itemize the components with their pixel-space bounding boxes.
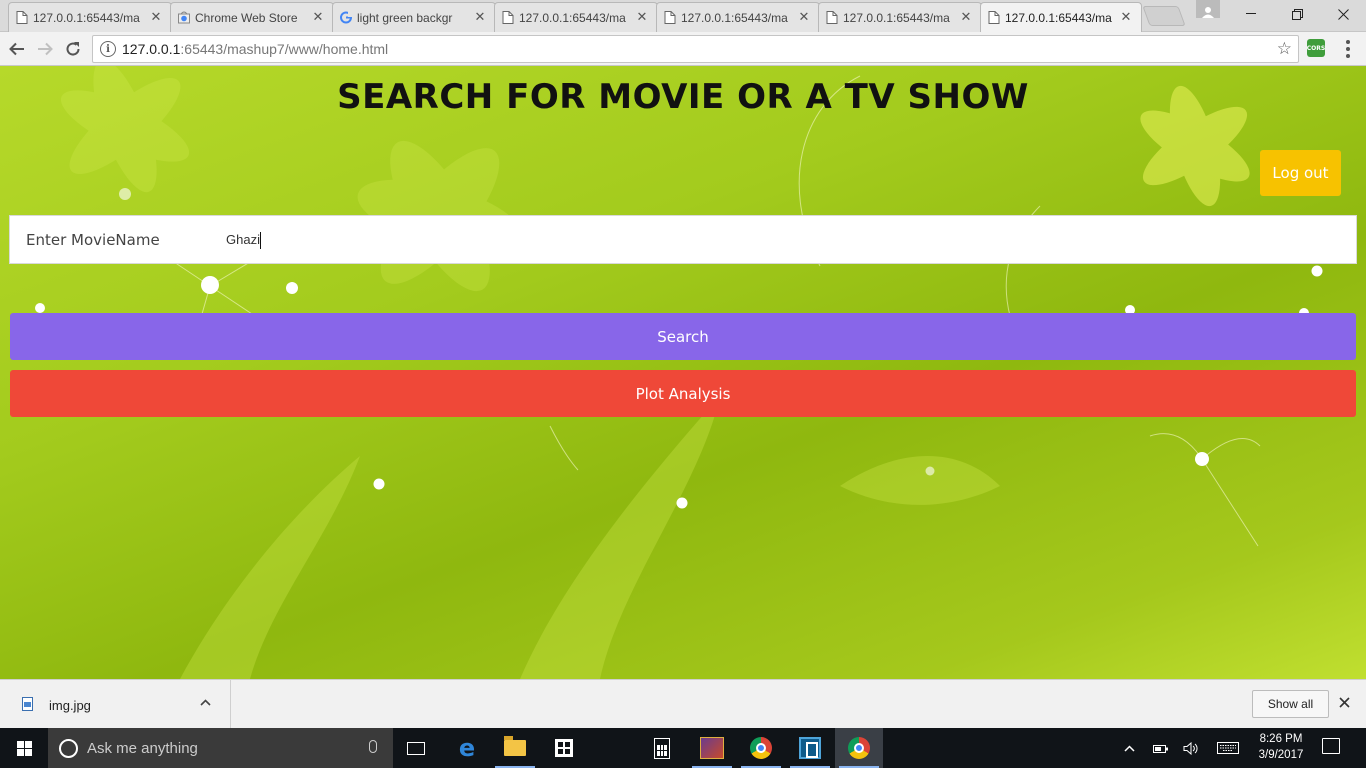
url-path: :65443/mashup7/www/home.html [180, 41, 389, 57]
file-explorer-button[interactable] [491, 728, 539, 768]
chrome-icon [750, 737, 772, 759]
movie-search-field[interactable]: Enter MovieName Ghazi [9, 215, 1357, 264]
browser-toolbar: i 127.0.0.1:65443/mashup7/www/home.html … [0, 32, 1366, 66]
close-icon[interactable]: ✕ [149, 10, 163, 25]
keyboard-icon[interactable] [1214, 728, 1242, 768]
document-icon [16, 11, 28, 24]
browser-tab-active[interactable]: 127.0.0.1:65443/ma ✕ [980, 2, 1142, 32]
image-file-icon [22, 697, 33, 711]
document-icon [502, 11, 514, 24]
browser-tab[interactable]: 127.0.0.1:65443/ma ✕ [656, 2, 820, 32]
edge-button[interactable]: e [443, 728, 491, 768]
chevron-up-icon[interactable] [1118, 728, 1140, 768]
file-explorer-icon [504, 736, 526, 756]
document-icon [826, 11, 838, 24]
game-icon [700, 737, 724, 759]
url-text: 127.0.0.1:65443/mashup7/www/home.html [122, 41, 388, 57]
close-icon[interactable]: ✕ [959, 10, 973, 25]
download-item[interactable]: img.jpg [0, 680, 231, 728]
close-icon[interactable]: ✕ [1119, 10, 1133, 25]
tab-title: 127.0.0.1:65443/ma [519, 10, 626, 25]
edge-icon: e [458, 734, 476, 762]
document-icon [664, 11, 676, 24]
tab-title: 127.0.0.1:65443/ma [843, 10, 950, 25]
windows-logo-icon [16, 740, 32, 756]
back-button[interactable] [4, 36, 30, 62]
browser-tab[interactable]: 127.0.0.1:65443/ma ✕ [494, 2, 658, 32]
system-clock[interactable]: 8:26 PM 3/9/2017 [1248, 731, 1314, 763]
tab-strip: 127.0.0.1:65443/ma ✕ Chrome Web Store ✕ … [0, 0, 1366, 32]
search-button[interactable]: Search [10, 313, 1356, 360]
arrow-right-icon [38, 42, 53, 56]
cortana-icon [59, 738, 78, 758]
browser-tab[interactable]: light green backgr ✕ [332, 2, 496, 32]
browser-tab[interactable]: 127.0.0.1:65443/ma ✕ [818, 2, 982, 32]
calculator-button[interactable] [638, 728, 686, 768]
chrome-web-store-icon [178, 11, 190, 24]
game-button[interactable] [688, 728, 736, 768]
new-tab-button[interactable] [1142, 6, 1186, 26]
task-view-button[interactable] [392, 728, 440, 768]
google-icon [340, 11, 352, 24]
address-bar[interactable]: i 127.0.0.1:65443/mashup7/www/home.html … [92, 35, 1299, 63]
page-content: SEARCH FOR MOVIE OR A TV SHOW Log out En… [0, 66, 1366, 679]
info-icon[interactable]: i [100, 41, 116, 57]
app-button[interactable] [786, 728, 834, 768]
tab-title: 127.0.0.1:65443/ma [1005, 10, 1112, 25]
close-icon[interactable]: ✕ [635, 10, 649, 25]
bookmark-star-icon[interactable]: ☆ [1277, 39, 1292, 59]
forward-button[interactable] [32, 36, 58, 62]
microphone-icon[interactable] [369, 740, 377, 753]
task-view-icon [407, 741, 425, 755]
browser-tab[interactable]: Chrome Web Store ✕ [170, 2, 334, 32]
cortana-search-box[interactable]: Ask me anything [48, 728, 393, 768]
logout-button[interactable]: Log out [1260, 150, 1341, 196]
store-icon [555, 739, 573, 757]
tab-title: 127.0.0.1:65443/ma [681, 10, 788, 25]
windows-taskbar: Ask me anything e 8:26 PM 3/9/2017 [0, 728, 1366, 768]
movie-name-input[interactable]: Ghazi [226, 232, 260, 247]
page-title: SEARCH FOR MOVIE OR A TV SHOW [337, 77, 1029, 117]
chrome-menu-button[interactable] [1338, 37, 1358, 61]
tab-title: 127.0.0.1:65443/ma [33, 10, 140, 25]
reload-icon [66, 42, 80, 56]
tab-title: light green backgr [357, 10, 453, 25]
app-icon [799, 737, 821, 759]
show-all-downloads-button[interactable]: Show all [1252, 690, 1329, 718]
document-icon [988, 11, 1000, 24]
close-icon[interactable]: ✕ [797, 10, 811, 25]
minimize-button[interactable] [1228, 0, 1274, 28]
close-window-button[interactable] [1320, 0, 1366, 28]
cors-extension-icon[interactable]: CORS [1307, 39, 1325, 57]
download-file-name: img.jpg [49, 698, 91, 713]
text-caret [260, 232, 261, 249]
close-shelf-icon[interactable] [1339, 693, 1350, 713]
store-button[interactable] [540, 728, 588, 768]
movie-name-label: Enter MovieName [26, 230, 160, 249]
profile-icon[interactable] [1196, 0, 1220, 18]
restore-button[interactable] [1274, 0, 1320, 28]
start-button[interactable] [0, 728, 48, 768]
notifications-icon[interactable] [1322, 738, 1340, 754]
cortana-placeholder: Ask me anything [87, 739, 198, 757]
plot-analysis-button[interactable]: Plot Analysis [10, 370, 1356, 417]
tab-title: Chrome Web Store [195, 10, 298, 25]
url-host: 127.0.0.1 [122, 41, 181, 57]
clock-date: 3/9/2017 [1258, 749, 1304, 761]
chrome-icon [848, 737, 870, 759]
volume-icon[interactable] [1180, 728, 1202, 768]
chrome-button[interactable] [737, 728, 785, 768]
arrow-left-icon [9, 42, 24, 56]
downloads-shelf: img.jpg Show all [0, 679, 1366, 728]
close-icon[interactable]: ✕ [311, 10, 325, 25]
chrome-active-button[interactable] [835, 728, 883, 768]
clock-time: 8:26 PM [1259, 733, 1303, 745]
browser-tab[interactable]: 127.0.0.1:65443/ma ✕ [8, 2, 172, 32]
reload-button[interactable] [60, 36, 86, 62]
close-icon[interactable]: ✕ [473, 10, 487, 25]
battery-icon[interactable] [1150, 728, 1172, 768]
calculator-icon [654, 737, 670, 759]
chevron-up-icon[interactable] [200, 695, 211, 710]
